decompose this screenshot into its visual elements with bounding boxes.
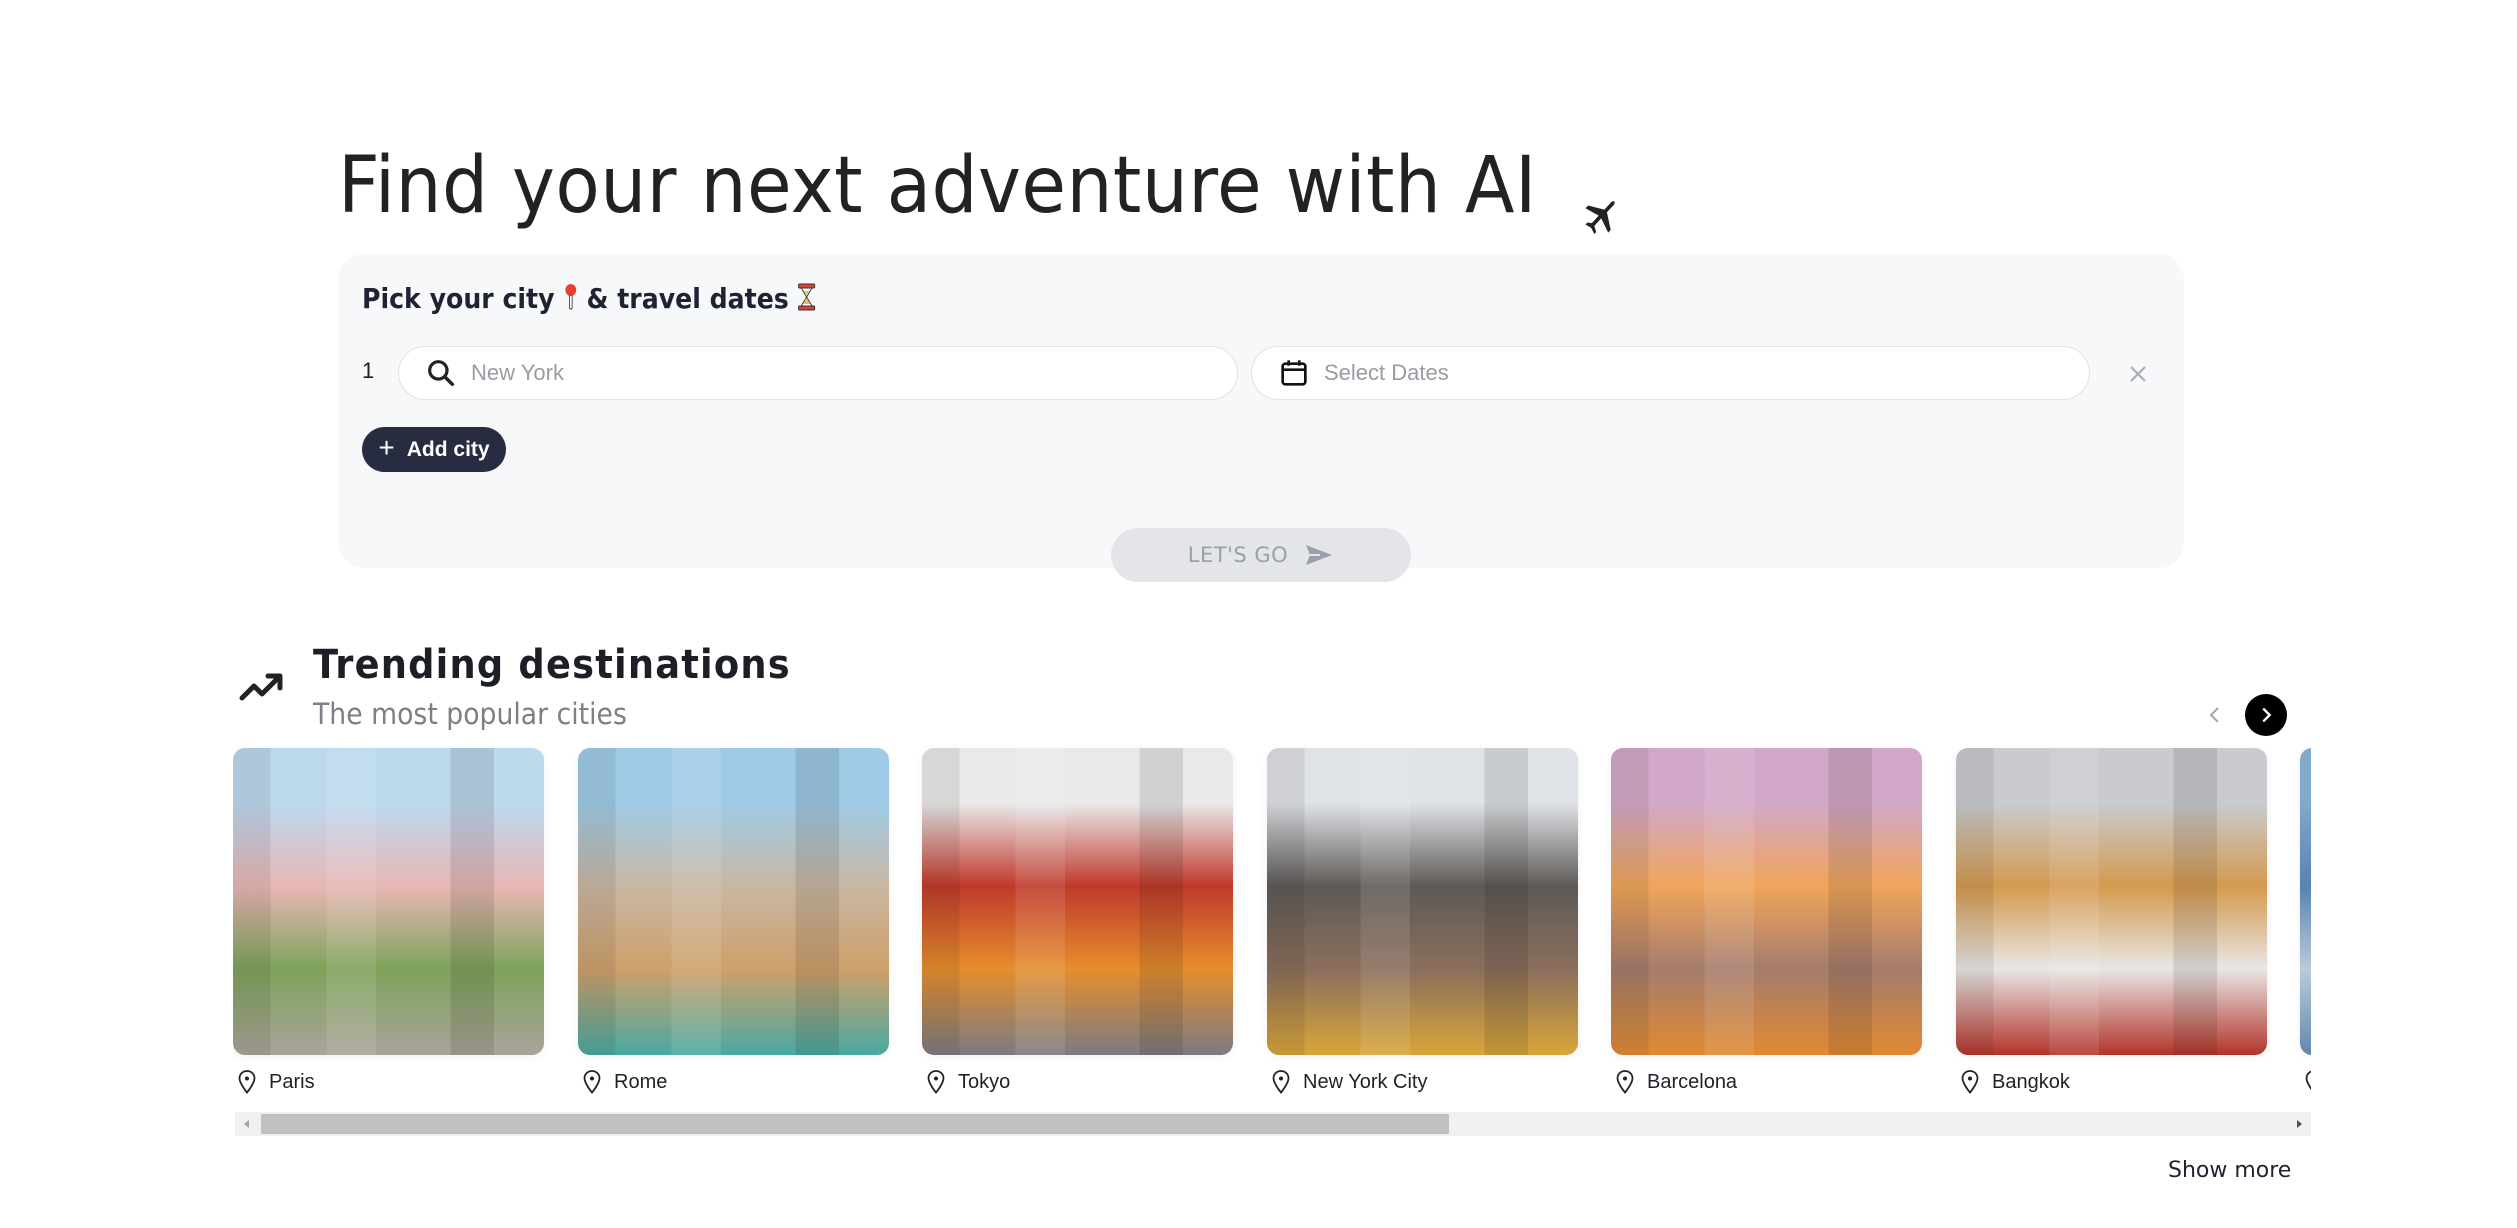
destination-label: Rome <box>578 1069 889 1095</box>
triangle-right-icon <box>2297 1120 2302 1128</box>
dates-field[interactable]: Select Dates <box>1251 346 2090 400</box>
map-pin-icon <box>2305 1070 2311 1091</box>
section-title: Trending destinations <box>313 642 791 688</box>
destination-card[interactable]: New York City <box>1267 748 1578 1095</box>
destination-card[interactable]: Paris <box>233 748 544 1095</box>
destination-label: Tokyo <box>922 1069 1233 1095</box>
carousel-next-button[interactable] <box>2245 694 2287 736</box>
destination-label: New York City <box>1267 1069 1578 1095</box>
close-icon <box>2130 366 2146 382</box>
map-pin-icon <box>583 1070 601 1094</box>
destination-name: New York City <box>1303 1070 1428 1093</box>
destinations-carousel[interactable]: Paris Rome Tokyo New York City Barcelona Bang… <box>233 740 2311 1100</box>
city-row-index: 1 <box>362 358 375 383</box>
city-search-field[interactable] <box>398 346 1238 400</box>
pushpin-icon <box>563 283 577 318</box>
page-title: Find your next adventure with AI <box>338 138 1624 234</box>
destination-name: Rome <box>614 1070 668 1093</box>
destination-card[interactable] <box>2300 748 2311 1095</box>
triangle-left-icon <box>244 1120 249 1128</box>
scrollbar-left-arrow[interactable] <box>235 1112 259 1136</box>
destination-card[interactable]: Barcelona <box>1611 748 1922 1095</box>
map-pin-icon <box>1961 1070 1979 1094</box>
destination-label: Bangkok <box>1956 1069 2267 1095</box>
add-city-label: Add city <box>406 437 490 461</box>
destination-card[interactable]: Rome <box>578 748 889 1095</box>
destination-label: Barcelona <box>1611 1069 1922 1095</box>
page-title-text: Find your next adventure with AI <box>338 141 1537 231</box>
send-icon <box>1306 545 1333 565</box>
remove-city-button[interactable] <box>2124 360 2152 388</box>
search-icon <box>428 360 455 387</box>
destination-card[interactable]: Bangkok <box>1956 748 2267 1095</box>
city-input[interactable] <box>471 360 1237 386</box>
planner-heading-text-2: & travel dates <box>586 282 789 315</box>
map-pin-icon <box>927 1070 945 1094</box>
chevron-right-icon <box>2262 707 2272 723</box>
map-pin-icon <box>1616 1070 1634 1094</box>
destination-image <box>922 748 1233 1055</box>
trending-up-icon <box>239 673 283 701</box>
map-pin-icon <box>1272 1070 1290 1094</box>
destination-label: Paris <box>233 1069 544 1095</box>
map-pin-icon <box>238 1070 256 1094</box>
destination-name: Tokyo <box>958 1070 1011 1093</box>
destination-image <box>1611 748 1922 1055</box>
add-city-button[interactable]: + Add city <box>362 427 506 472</box>
destination-image <box>233 748 544 1055</box>
scrollbar-right-arrow[interactable] <box>2287 1112 2311 1136</box>
destination-card[interactable]: Tokyo <box>922 748 1233 1095</box>
carousel-prev-button[interactable] <box>2198 698 2232 732</box>
show-more-link[interactable]: Show more <box>2168 1158 2291 1183</box>
destination-name: Barcelona <box>1647 1070 1738 1093</box>
planner-heading: Pick your city & travel dates <box>362 282 816 318</box>
destination-image <box>2300 748 2311 1055</box>
calendar-icon <box>1281 360 1307 386</box>
destination-image <box>1956 748 2267 1055</box>
destination-image <box>578 748 889 1055</box>
destination-image <box>1267 748 1578 1055</box>
destination-name: Bangkok <box>1992 1070 2070 1093</box>
lets-go-label: LET'S GO <box>1187 543 1289 567</box>
lets-go-button[interactable]: LET'S GO <box>1111 528 1411 582</box>
destination-name: Paris <box>269 1070 315 1093</box>
airplane-icon <box>1581 164 1624 234</box>
planner-heading-text: Pick your city <box>362 282 555 315</box>
chevron-left-icon <box>2209 707 2219 723</box>
section-subtitle: The most popular cities <box>313 697 627 731</box>
scrollbar-thumb[interactable] <box>261 1114 1449 1134</box>
destination-label <box>2300 1069 2311 1095</box>
plus-icon: + <box>378 432 395 463</box>
hourglass-icon <box>798 283 816 318</box>
dates-placeholder: Select Dates <box>1324 360 1449 385</box>
